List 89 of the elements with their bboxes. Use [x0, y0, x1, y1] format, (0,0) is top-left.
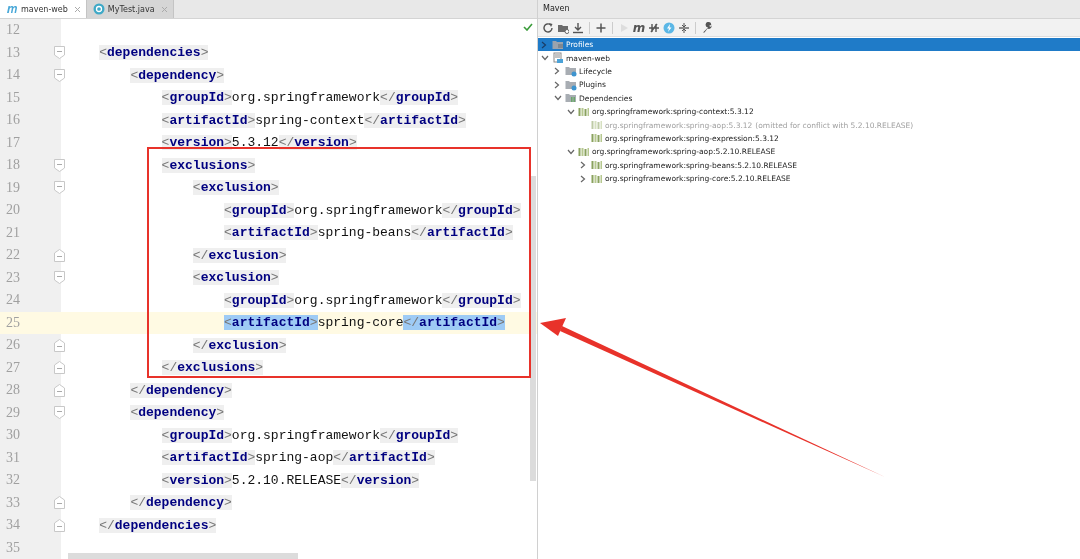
library-icon: [591, 159, 603, 172]
line-number: 28: [5, 382, 21, 399]
code-line: <exclusions>: [161, 157, 256, 173]
line-number: 33: [5, 494, 21, 511]
line-number: 21: [5, 224, 21, 241]
fold-icon: [54, 518, 65, 532]
code-line: </dependency>: [130, 495, 232, 511]
line-number: 34: [5, 517, 21, 534]
panel-title: Maven: [538, 0, 1080, 19]
fold-icon: [54, 338, 65, 352]
code-line: <groupId>org.springframework</groupId>: [224, 292, 521, 308]
toolbar-button[interactable]: [571, 20, 585, 35]
fold-icon: [54, 406, 65, 420]
code-line: <artifactId>spring-aop</artifactId>: [161, 450, 435, 466]
code-line: <groupId>org.springframework</groupId>: [161, 427, 459, 443]
check-icon: [523, 23, 533, 31]
line-number: 32: [5, 472, 21, 489]
fold-icon: [54, 68, 65, 82]
library-icon: [591, 172, 603, 185]
code-line: </exclusions>: [161, 360, 264, 376]
maven-icon: [6, 4, 18, 14]
code-line: <dependency>: [130, 67, 225, 83]
line-number: 20: [5, 202, 21, 219]
line-number: 25: [5, 314, 21, 331]
code-line: <exclusion>: [192, 180, 279, 196]
line-number: 12: [5, 22, 21, 39]
library-icon: [591, 119, 603, 132]
library-icon: [578, 105, 590, 118]
download-icon: [572, 21, 584, 34]
code-line: </dependency>: [130, 382, 232, 398]
line-number: 27: [5, 359, 21, 376]
code-line: <artifactId>spring-core</artifactId>: [224, 315, 505, 331]
line-number: 13: [5, 44, 21, 61]
code-line: <artifactId>spring-beans</artifactId>: [224, 225, 513, 241]
module-icon: [552, 52, 564, 65]
lightning-icon: [663, 21, 675, 34]
code-line: <dependency>: [130, 405, 225, 421]
line-number: 24: [5, 292, 21, 309]
line-number: 22: [5, 247, 21, 264]
code-line: <version>5.2.10.RELEASE</version>: [161, 472, 420, 488]
folder-icon: [565, 78, 577, 91]
code-line: <exclusion>: [192, 270, 279, 286]
fold-icon: [54, 181, 65, 195]
line-number: 31: [5, 449, 21, 466]
fold-icon: [54, 361, 65, 375]
line-number: 18: [5, 157, 21, 174]
toolbar-button[interactable]: m: [632, 20, 646, 35]
line-number: 14: [5, 67, 21, 84]
code-line: <version>5.3.12</version>: [161, 135, 357, 151]
fold-icon: [54, 383, 65, 397]
code-line: <groupId>org.springframework</groupId>: [224, 202, 521, 218]
line-number: 17: [5, 134, 21, 151]
editor-tab[interactable]: maven-web: [0, 0, 87, 18]
refresh-icon: [542, 21, 554, 34]
code-line: <artifactId>spring-context</artifactId>: [161, 112, 466, 128]
code-line: <dependencies>: [99, 45, 209, 61]
collapse-icon: [678, 21, 690, 34]
code-line: <groupId>org.springframework</groupId>: [161, 90, 459, 106]
line-number: 29: [5, 404, 21, 421]
folder-icon: [552, 38, 564, 51]
folder-icon: [565, 92, 577, 105]
code-line: </exclusion>: [192, 247, 287, 263]
plus-icon: [595, 21, 607, 34]
toolbar-button[interactable]: [541, 20, 555, 35]
scrollbar-thumb[interactable]: [530, 176, 536, 481]
line-number: 15: [5, 89, 21, 106]
toggle-icon: [648, 21, 660, 34]
toolbar-button[interactable]: [677, 20, 691, 35]
toolbar-button[interactable]: [700, 20, 714, 35]
code-line: </dependencies>: [99, 517, 217, 533]
editor-tab[interactable]: MyTest.java: [86, 0, 174, 18]
fold-icon: [54, 271, 65, 285]
fold-icon: [54, 158, 65, 172]
fold-icon: [54, 248, 65, 262]
scrollbar-thumb[interactable]: [68, 553, 298, 559]
line-number: 23: [5, 269, 21, 286]
line-number: 16: [5, 112, 21, 129]
line-number: 30: [5, 427, 21, 444]
library-icon: [591, 132, 603, 145]
library-icon: [578, 145, 590, 158]
line-number: 35: [5, 539, 21, 556]
line-number: 19: [5, 179, 21, 196]
folder-icon: [565, 65, 577, 78]
class-icon: [92, 3, 105, 15]
fold-icon: [54, 496, 65, 510]
code-line: </exclusion>: [192, 337, 287, 353]
line-number: 26: [5, 337, 21, 354]
fold-icon: [54, 46, 65, 60]
wrench-icon: [701, 21, 713, 34]
